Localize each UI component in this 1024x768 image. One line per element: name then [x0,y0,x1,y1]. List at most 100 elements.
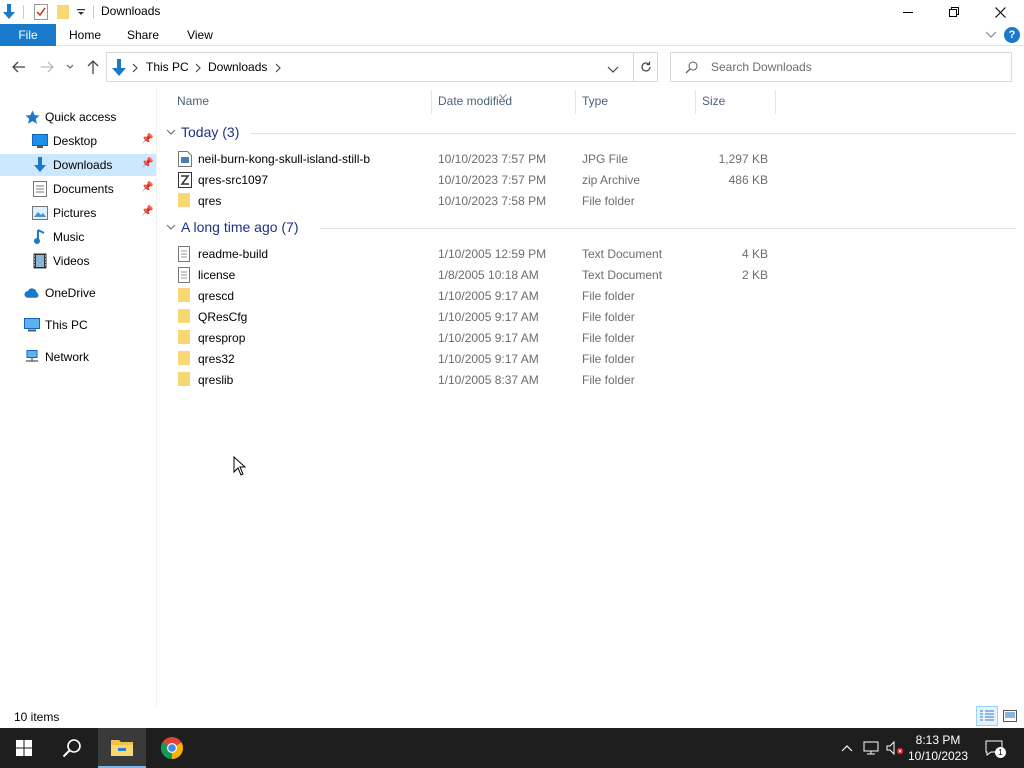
taskbar-search-button[interactable] [48,728,96,768]
text-file-icon [178,246,194,262]
ribbon-tabs: File Home Share View ? [0,24,1024,46]
restore-button[interactable] [931,0,977,24]
sidebar-item-videos[interactable]: Videos [0,250,156,272]
file-type: File folder [582,331,635,345]
action-center-icon[interactable]: 1 [984,738,1006,758]
pin-icon[interactable]: 📌 [141,182,153,193]
column-header-type[interactable]: Type [582,94,608,110]
file-date: 1/10/2005 9:17 AM [438,310,539,324]
file-row[interactable]: QResCfg 1/10/2005 9:17 AM File folder [170,306,980,327]
show-hidden-icons-chevron-icon[interactable] [838,739,856,757]
group-label: Today (3) [181,124,240,140]
up-arrow-icon[interactable] [83,58,103,76]
sidebar-item-this-pc[interactable]: This PC [0,314,156,336]
clock-time: 8:13 PM [915,733,961,747]
sidebar-item-pictures[interactable]: Pictures 📌 [0,202,156,224]
large-icons-view-button[interactable] [999,706,1021,726]
image-file-icon [178,151,194,167]
pane-splitter[interactable] [156,88,157,706]
pin-icon[interactable]: 📌 [141,158,153,169]
file-size: 2 KB [741,268,768,282]
taskbar-chrome[interactable] [148,728,196,768]
address-dropdown-icon[interactable] [607,63,619,77]
tab-view[interactable]: View [178,24,222,46]
expand-ribbon-icon[interactable] [985,28,997,42]
file-type: File folder [582,352,635,366]
sidebar-item-music[interactable]: Music [0,226,156,248]
customize-toolbar-icon[interactable] [73,3,89,21]
column-header-size[interactable]: Size [702,94,725,110]
sidebar-item-onedrive[interactable]: OneDrive [0,282,156,304]
group-divider [320,228,1016,229]
file-row[interactable]: qres-src1097 10/10/2023 7:57 PM zip Arch… [170,169,980,190]
sidebar-item-label: Desktop [53,134,98,148]
pin-icon[interactable]: 📌 [141,206,153,217]
file-name: license [198,268,236,282]
tab-share[interactable]: Share [120,24,166,46]
column-divider[interactable] [775,90,776,114]
pin-icon[interactable]: 📌 [141,134,153,145]
download-arrow-icon [111,59,127,80]
search-icon [62,739,81,758]
back-arrow-icon[interactable] [9,58,29,76]
recent-locations-icon[interactable] [62,58,78,76]
details-view-button[interactable] [976,706,998,726]
file-name: readme-build [198,247,269,261]
star-icon [24,109,40,125]
column-divider[interactable] [695,90,696,114]
group-header-today[interactable]: Today (3) [164,123,1016,143]
sidebar-item-label: Downloads [53,158,113,172]
desktop-icon [32,133,48,149]
breadcrumb-separator-icon[interactable] [132,62,138,76]
new-folder-icon[interactable] [55,3,73,21]
group-header-long-time-ago[interactable]: A long time ago (7) [164,218,1016,238]
tab-file[interactable]: File [0,24,56,46]
breadcrumb-this-pc[interactable]: This PC [146,60,189,74]
search-input[interactable]: Search Downloads [670,52,1012,82]
column-divider[interactable] [431,90,432,114]
sidebar-item-network[interactable]: Network [0,346,156,368]
group-label: A long time ago (7) [181,219,299,235]
item-count: 10 items [14,710,60,724]
help-button[interactable]: ? [1004,27,1020,43]
column-divider[interactable] [575,90,576,114]
file-size: 4 KB [741,247,768,261]
start-button[interactable] [0,728,48,768]
file-row[interactable]: neil-burn-kong-skull-island-still-b 10/1… [170,148,980,169]
collapse-chevron-icon [166,129,176,135]
taskbar-file-explorer[interactable] [98,728,146,768]
sidebar-item-downloads[interactable]: Downloads 📌 [0,154,156,176]
file-row[interactable]: qreslib 1/10/2005 8:37 AM File folder [170,369,980,390]
sidebar-item-quick-access[interactable]: Quick access [0,106,156,128]
column-header-name[interactable]: Name [177,94,209,110]
volume-muted-icon[interactable] [886,739,904,757]
file-row[interactable]: qres32 1/10/2005 9:17 AM File folder [170,348,980,369]
refresh-button[interactable] [633,53,658,81]
network-status-icon[interactable] [862,739,880,757]
file-row[interactable]: qres 10/10/2023 7:58 PM File folder [170,190,980,211]
system-clock[interactable]: 8:13 PM 10/10/2023 [906,732,970,764]
properties-icon[interactable] [32,3,50,21]
sidebar-item-label: OneDrive [45,286,96,300]
file-row[interactable]: qrescd 1/10/2005 9:17 AM File folder [170,285,980,306]
address-bar[interactable]: This PC Downloads [106,52,658,82]
file-name: qresprop [198,331,246,345]
breadcrumb-separator-icon[interactable] [195,62,201,76]
breadcrumb-separator-icon[interactable] [275,62,281,76]
search-icon [685,61,698,77]
tab-home[interactable]: Home [62,24,108,46]
sidebar-item-documents[interactable]: Documents 📌 [0,178,156,200]
folder-icon [178,351,194,367]
music-icon [32,229,48,245]
file-row[interactable]: qresprop 1/10/2005 9:17 AM File folder [170,327,980,348]
file-row[interactable]: readme-build 1/10/2005 12:59 PM Text Doc… [170,243,980,264]
clock-date: 10/10/2023 [907,749,969,763]
forward-arrow-icon[interactable] [37,58,57,76]
pictures-icon [32,205,48,221]
file-row[interactable]: license 1/8/2005 10:18 AM Text Document … [170,264,980,285]
breadcrumb-downloads[interactable]: Downloads [208,60,267,74]
close-button[interactable] [977,0,1023,24]
sidebar-item-desktop[interactable]: Desktop 📌 [0,130,156,152]
minimize-button[interactable] [885,0,931,24]
file-type: File folder [582,194,635,208]
